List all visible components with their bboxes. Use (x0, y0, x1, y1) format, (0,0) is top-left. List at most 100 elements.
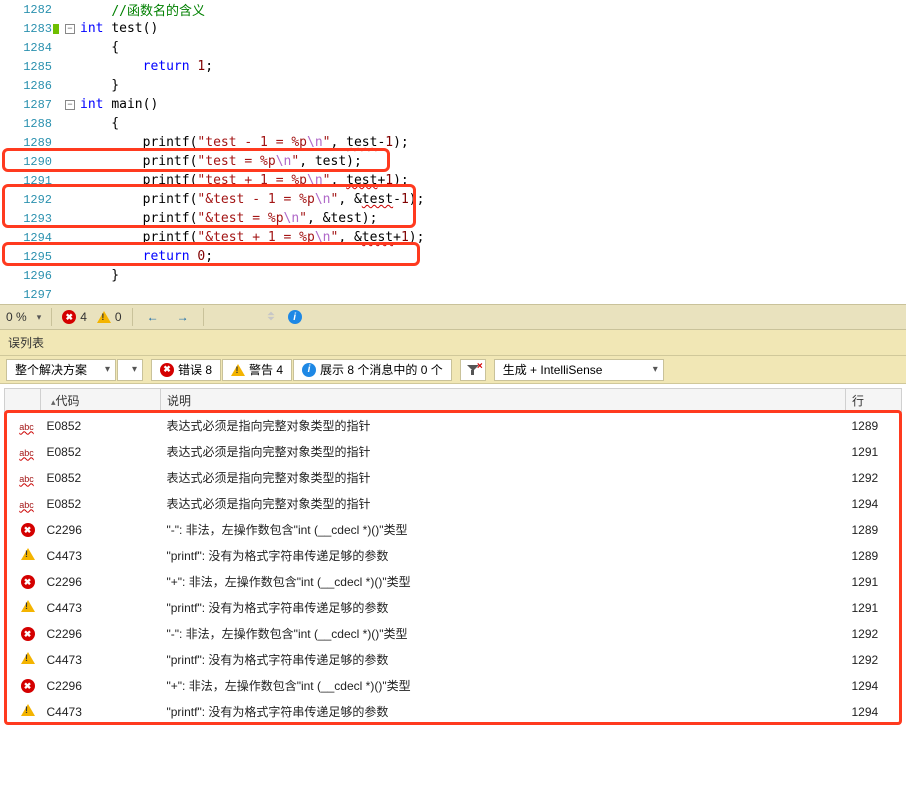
error-line-number[interactable]: 1289 (846, 517, 902, 543)
errors-filter-button[interactable]: 错误 8 (151, 359, 221, 381)
warnings-filter-button[interactable]: 警告 4 (222, 359, 292, 381)
table-row[interactable]: C2296"-": 非法，左操作数包含"int (__cdecl *)()"类型… (5, 621, 902, 647)
warning-icon (21, 600, 35, 612)
error-line-number[interactable]: 1289 (846, 413, 902, 439)
code-text[interactable]: printf("&test + 1 = %p\n", &test+1); (80, 230, 424, 245)
error-code[interactable]: C4473 (41, 595, 161, 621)
error-line-number[interactable]: 1294 (846, 491, 902, 517)
column-header-code[interactable]: ▴代码 (41, 389, 161, 413)
nav-next-button[interactable]: → (173, 310, 193, 324)
error-line-number[interactable]: 1294 (846, 699, 902, 725)
table-row[interactable]: E0852表达式必须是指向完整对象类型的指针1292 (5, 465, 902, 491)
code-text[interactable]: //函数名的含义 (80, 0, 205, 19)
table-row[interactable]: C2296"-": 非法，左操作数包含"int (__cdecl *)()"类型… (5, 517, 902, 543)
info-icon[interactable] (288, 310, 302, 324)
error-code[interactable]: E0852 (41, 439, 161, 465)
messages-filter-label: 展示 8 个消息中的 0 个 (320, 361, 443, 378)
error-description: "printf": 没有为格式字符串传递足够的参数 (161, 647, 846, 673)
table-row[interactable]: C4473"printf": 没有为格式字符串传递足够的参数1291 (5, 595, 902, 621)
code-line[interactable]: 1296 } (0, 266, 906, 285)
code-line[interactable]: 1292 printf("&test - 1 = %p\n", &test-1)… (0, 190, 906, 209)
nav-prev-button[interactable]: ← (143, 310, 163, 324)
zoom-level[interactable]: 0 % (6, 310, 27, 324)
code-line[interactable]: 1294 printf("&test + 1 = %p\n", &test+1)… (0, 228, 906, 247)
error-code[interactable]: C2296 (41, 569, 161, 595)
code-line[interactable]: 1282 //函数名的含义 (0, 0, 906, 19)
code-text[interactable]: return 0; (80, 249, 213, 264)
code-text[interactable]: { (80, 116, 119, 131)
messages-filter-button[interactable]: 展示 8 个消息中的 0 个 (293, 359, 452, 381)
line-number: 1297 (0, 288, 60, 302)
error-line-number[interactable]: 1292 (846, 647, 902, 673)
error-code[interactable]: C2296 (41, 621, 161, 647)
error-code[interactable]: E0852 (41, 465, 161, 491)
code-line[interactable]: 1284 { (0, 38, 906, 57)
error-line-number[interactable]: 1291 (846, 569, 902, 595)
error-line-number[interactable]: 1292 (846, 465, 902, 491)
code-text[interactable]: printf("test + 1 = %p\n", test+1); (80, 173, 409, 188)
table-row[interactable]: C4473"printf": 没有为格式字符串传递足够的参数1289 (5, 543, 902, 569)
code-text[interactable]: } (80, 78, 119, 93)
code-line[interactable]: 1283−int test() (0, 19, 906, 38)
code-text[interactable]: { (80, 40, 119, 55)
scope-dropdown[interactable]: 整个解决方案 (6, 359, 116, 381)
table-row[interactable]: C2296"+": 非法，左操作数包含"int (__cdecl *)()"类型… (5, 569, 902, 595)
fold-toggle-icon[interactable]: − (65, 24, 75, 34)
error-line-number[interactable]: 1291 (846, 439, 902, 465)
error-code[interactable]: C4473 (41, 543, 161, 569)
error-code[interactable]: C4473 (41, 647, 161, 673)
expand-icon[interactable] (264, 309, 278, 326)
error-code[interactable]: C2296 (41, 517, 161, 543)
column-header-desc[interactable]: 说明 (161, 389, 846, 413)
status-error-count[interactable]: 4 (62, 310, 87, 324)
zoom-dropdown-icon[interactable]: ▾ (37, 312, 42, 323)
error-code[interactable]: E0852 (41, 491, 161, 517)
code-text[interactable]: int test() (80, 21, 158, 36)
code-line[interactable]: 1288 { (0, 114, 906, 133)
column-header-line[interactable]: 行 (846, 389, 902, 413)
table-row[interactable]: C2296"+": 非法，左操作数包含"int (__cdecl *)()"类型… (5, 673, 902, 699)
error-icon (160, 363, 174, 377)
code-text[interactable]: return 1; (80, 59, 213, 74)
code-text[interactable]: printf("test = %p\n", test); (80, 154, 362, 169)
code-line[interactable]: 1291 printf("test + 1 = %p\n", test+1); (0, 171, 906, 190)
error-code[interactable]: C2296 (41, 673, 161, 699)
code-line[interactable]: 1297 (0, 285, 906, 304)
code-text[interactable]: printf("&test - 1 = %p\n", &test-1); (80, 192, 424, 207)
table-row[interactable]: C4473"printf": 没有为格式字符串传递足够的参数1294 (5, 699, 902, 725)
code-line[interactable]: 1295 return 0; (0, 247, 906, 266)
code-editor[interactable]: 1282 //函数名的含义1283−int test()1284 {1285 r… (0, 0, 906, 304)
code-line[interactable]: 1289 printf("test - 1 = %p\n", test-1); (0, 133, 906, 152)
code-text[interactable]: int main() (80, 97, 158, 112)
fold-toggle-icon[interactable]: − (65, 100, 75, 110)
line-number: 1295 (0, 250, 60, 264)
build-intellisense-dropdown[interactable]: 生成 + IntelliSense (494, 359, 664, 381)
table-row[interactable]: C4473"printf": 没有为格式字符串传递足够的参数1292 (5, 647, 902, 673)
error-code[interactable]: E0852 (41, 413, 161, 439)
code-text[interactable]: printf("test - 1 = %p\n", test-1); (80, 135, 409, 150)
code-line[interactable]: 1293 printf("&test = %p\n", &test); (0, 209, 906, 228)
clear-filter-button[interactable]: × (460, 359, 486, 381)
code-line[interactable]: 1285 return 1; (0, 57, 906, 76)
error-code[interactable]: C4473 (41, 699, 161, 725)
table-row[interactable]: E0852表达式必须是指向完整对象类型的指针1294 (5, 491, 902, 517)
error-list-table[interactable]: ▴代码 说明 行 E0852表达式必须是指向完整对象类型的指针1289E0852… (4, 388, 902, 725)
code-text[interactable]: printf("&test = %p\n", &test); (80, 211, 377, 226)
warn-count-value: 0 (115, 310, 122, 324)
table-row[interactable]: E0852表达式必须是指向完整对象类型的指针1291 (5, 439, 902, 465)
error-description: 表达式必须是指向完整对象类型的指针 (161, 491, 846, 517)
status-warn-count[interactable]: 0 (97, 310, 122, 324)
error-description: "printf": 没有为格式字符串传递足够的参数 (161, 595, 846, 621)
table-row[interactable]: E0852表达式必须是指向完整对象类型的指针1289 (5, 413, 902, 439)
line-number: 1292 (0, 193, 60, 207)
code-line[interactable]: 1290 printf("test = %p\n", test); (0, 152, 906, 171)
error-line-number[interactable]: 1291 (846, 595, 902, 621)
error-line-number[interactable]: 1294 (846, 673, 902, 699)
column-header-icon[interactable] (5, 389, 41, 413)
error-line-number[interactable]: 1289 (846, 543, 902, 569)
code-line[interactable]: 1287−int main() (0, 95, 906, 114)
code-line[interactable]: 1286 } (0, 76, 906, 95)
scope-aux-dropdown[interactable] (117, 359, 143, 381)
code-text[interactable]: } (80, 268, 119, 283)
error-line-number[interactable]: 1292 (846, 621, 902, 647)
